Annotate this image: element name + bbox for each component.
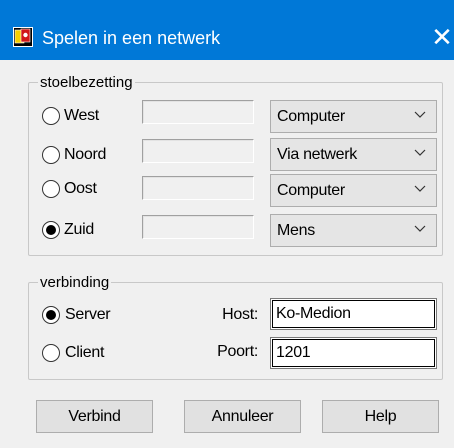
seat-name-field-zuid bbox=[142, 215, 254, 239]
player-select-oost[interactable]: Computer bbox=[270, 174, 437, 207]
player-select-noord[interactable]: Via netwerk bbox=[270, 138, 437, 171]
radio-server[interactable] bbox=[42, 306, 60, 324]
player-select-value: Computer bbox=[277, 108, 345, 125]
port-label: Poort: bbox=[217, 343, 258, 360]
seat-label-noord: Noord bbox=[64, 146, 107, 163]
port-input-value: 1201 bbox=[276, 344, 311, 361]
radio-client[interactable] bbox=[42, 344, 60, 362]
radio-noord[interactable] bbox=[42, 146, 60, 164]
seats-legend: stoelbezetting bbox=[38, 74, 135, 92]
port-input[interactable]: 1201 bbox=[270, 337, 437, 369]
seat-name-field-west bbox=[142, 100, 254, 124]
player-select-value: Via netwerk bbox=[277, 146, 358, 163]
seat-label-zuid: Zuid bbox=[64, 221, 94, 238]
seat-name-field-noord bbox=[142, 139, 254, 163]
cancel-button[interactable]: Annuleer bbox=[184, 400, 301, 433]
close-icon[interactable]: ✕ bbox=[430, 22, 454, 52]
player-select-zuid[interactable]: Mens bbox=[270, 214, 437, 247]
radio-west[interactable] bbox=[42, 107, 60, 125]
player-select-value: Mens bbox=[277, 222, 315, 239]
client-label: Client bbox=[65, 344, 105, 361]
window-title: Spelen in een netwerk bbox=[42, 28, 221, 48]
player-select-value: Computer bbox=[277, 182, 345, 199]
radio-zuid[interactable] bbox=[42, 221, 60, 239]
radio-selected-dot bbox=[46, 225, 56, 235]
chevron-down-icon bbox=[414, 225, 426, 232]
chevron-down-icon bbox=[414, 111, 426, 118]
chevron-down-icon bbox=[414, 185, 426, 192]
connection-legend: verbinding bbox=[38, 274, 112, 292]
radio-oost[interactable] bbox=[42, 180, 60, 198]
chevron-down-icon bbox=[414, 149, 426, 156]
host-label: Host: bbox=[222, 306, 258, 323]
cards-app-icon bbox=[13, 27, 33, 47]
seat-label-west: West bbox=[64, 107, 99, 124]
host-input[interactable]: Ko-Medion bbox=[270, 298, 437, 330]
player-select-west[interactable]: Computer bbox=[270, 100, 437, 133]
help-button[interactable]: Help bbox=[322, 400, 439, 433]
radio-selected-dot bbox=[46, 310, 56, 320]
connect-button[interactable]: Verbind bbox=[36, 400, 153, 433]
seat-name-field-oost bbox=[142, 176, 254, 200]
server-label: Server bbox=[65, 306, 111, 323]
title-bar[interactable]: Spelen in een netwerk ✕ bbox=[0, 0, 454, 60]
host-input-value: Ko-Medion bbox=[276, 305, 351, 322]
seat-label-oost: Oost bbox=[64, 180, 97, 197]
